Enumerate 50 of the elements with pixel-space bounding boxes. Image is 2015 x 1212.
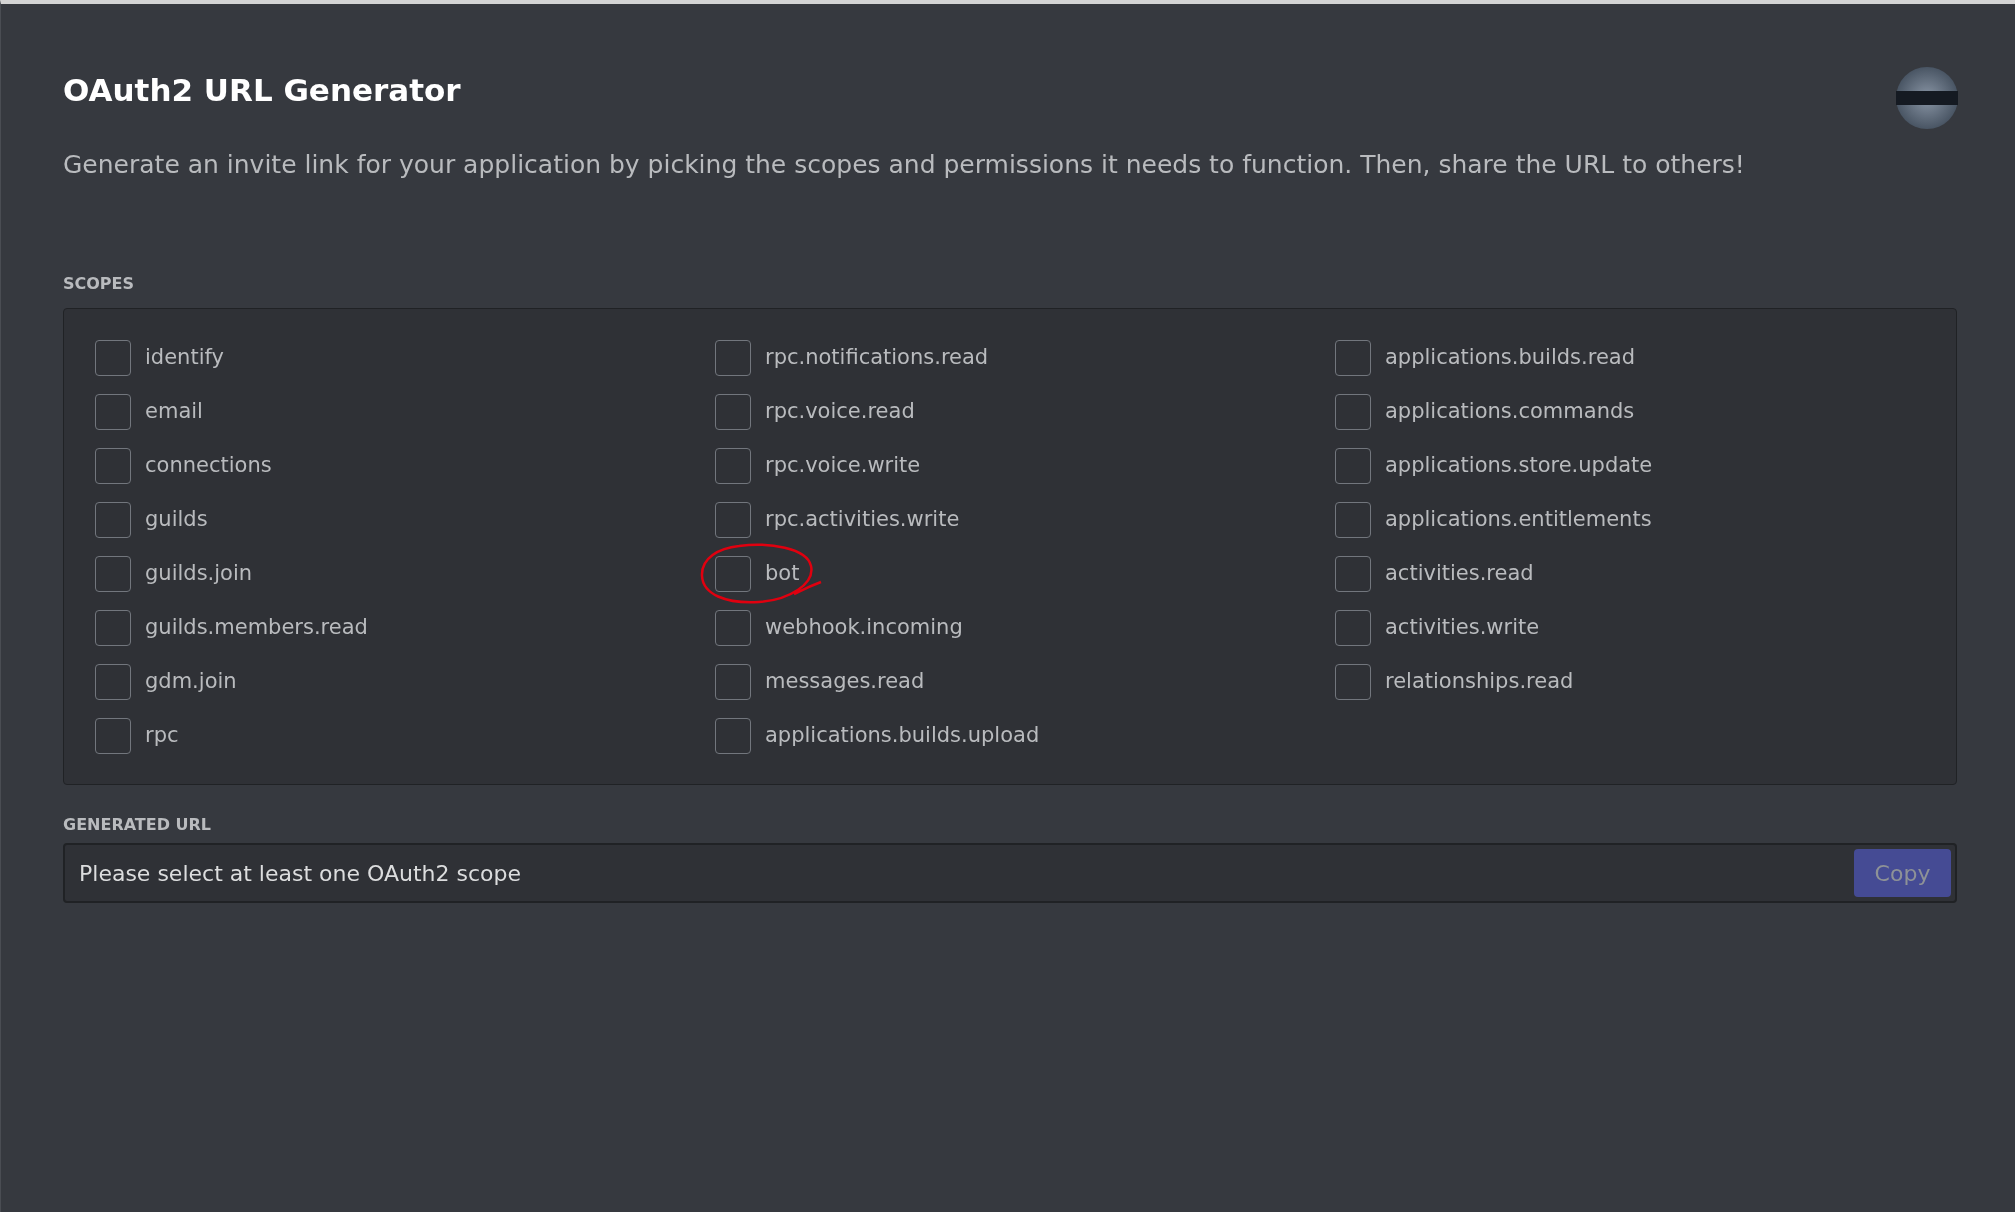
checkbox[interactable] — [95, 448, 131, 484]
scope-label: rpc.notifications.read — [765, 344, 989, 372]
checkbox[interactable] — [715, 610, 751, 646]
scope-label: rpc — [145, 722, 179, 750]
checkbox[interactable] — [715, 448, 751, 484]
scope-label: applications.builds.upload — [765, 722, 1040, 750]
checkbox[interactable] — [95, 556, 131, 592]
scope-label: rpc.voice.write — [765, 452, 921, 480]
scope-label: bot — [765, 560, 800, 588]
scope-label: gdm.join — [145, 668, 237, 696]
checkbox[interactable] — [95, 394, 131, 430]
section-label: GENERATED URL — [63, 815, 213, 835]
checkbox[interactable] — [1335, 448, 1371, 484]
checkbox[interactable] — [1335, 664, 1371, 700]
checkbox[interactable] — [95, 502, 131, 538]
checkbox[interactable] — [1335, 502, 1371, 538]
scope-label: relationships.read — [1385, 668, 1574, 696]
checkbox[interactable] — [1335, 610, 1371, 646]
scope-label: guilds.join — [145, 560, 253, 588]
checkbox[interactable] — [715, 718, 751, 754]
checkbox[interactable] — [715, 340, 751, 376]
scope-label: guilds — [145, 506, 208, 534]
checkbox[interactable] — [1335, 556, 1371, 592]
scope-label: identify — [145, 344, 224, 372]
checkbox[interactable] — [1335, 394, 1371, 430]
scope-label: activities.read — [1385, 560, 1534, 588]
scope-label: rpc.activities.write — [765, 506, 960, 534]
scope-label: applications.entitlements — [1385, 506, 1652, 534]
section-label: SCOPES — [63, 274, 136, 294]
checkbox[interactable] — [95, 718, 131, 754]
scope-label: guilds.members.read — [145, 614, 368, 642]
checkbox[interactable] — [715, 502, 751, 538]
checkbox[interactable] — [95, 610, 131, 646]
checkbox[interactable] — [95, 664, 131, 700]
scope-label: applications.store.update — [1385, 452, 1653, 480]
checkbox[interactable] — [715, 394, 751, 430]
checkbox[interactable] — [715, 664, 751, 700]
page-title: OAuth2 URL Generator — [63, 71, 461, 110]
scope-label: email — [145, 398, 203, 426]
scope-label: rpc.voice.read — [765, 398, 915, 426]
scope-label: webhook.incoming — [765, 614, 963, 642]
scope-label: messages.read — [765, 668, 925, 696]
checkbox[interactable] — [715, 556, 751, 592]
scope-label: applications.builds.read — [1385, 344, 1635, 372]
checkbox[interactable] — [95, 340, 131, 376]
scope-label: activities.write — [1385, 614, 1540, 642]
scope-label: applications.commands — [1385, 398, 1635, 426]
checkbox[interactable] — [1335, 340, 1371, 376]
page-description: Generate an invite link for your application by picking the scopes and permissions it needs to function. Then, share the URL to others! — [63, 149, 1746, 181]
scope-label: connections — [145, 452, 272, 480]
